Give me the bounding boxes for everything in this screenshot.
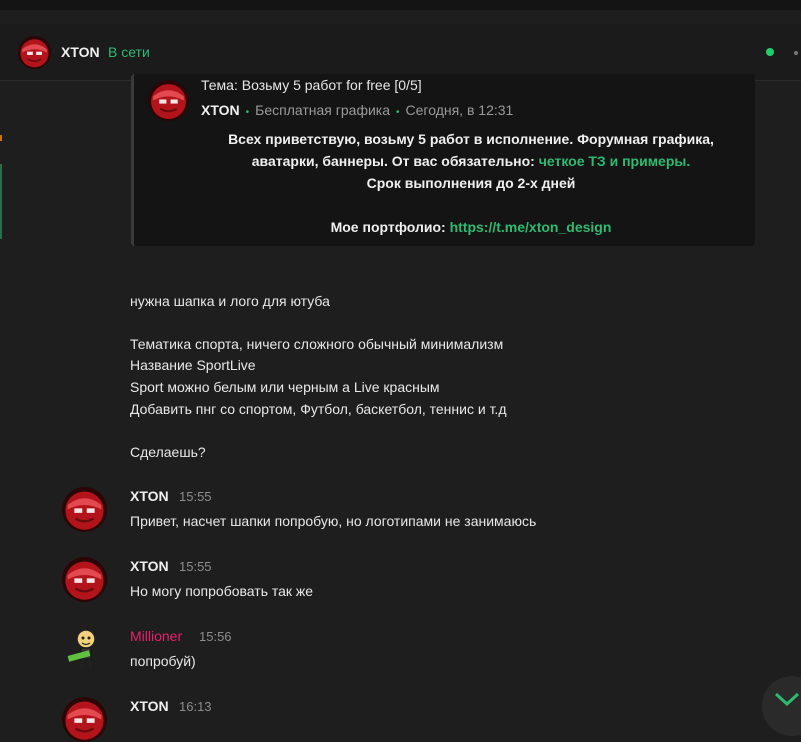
message-text: нужна шапка и лого для ютуба [130, 293, 330, 309]
online-dot-icon [766, 48, 774, 56]
edge-bar [0, 164, 2, 239]
message-text: Сделаешь? [130, 444, 206, 460]
thread-title[interactable]: Тема: Возьму 5 работ for free [0/5] [201, 77, 422, 93]
portfolio-label: Мое портфолио: [330, 219, 450, 235]
message-time: 15:55 [179, 559, 212, 574]
message-author[interactable]: XTON [130, 488, 169, 504]
more-menu-icon[interactable] [794, 51, 798, 55]
message-text: попробуй) [130, 653, 196, 669]
thread-line: Мое портфолио: https://t.me/xton_design [201, 216, 741, 238]
quoted-thread-card[interactable]: Тема: Возьму 5 работ for free [0/5] XTON… [131, 74, 755, 246]
message-text: Тематика спорта, ничего сложного обычный… [130, 336, 504, 352]
message-author[interactable]: Millioner [130, 628, 182, 644]
avatar[interactable] [62, 487, 107, 532]
message-time: 15:55 [179, 489, 212, 504]
avatar[interactable] [62, 626, 107, 671]
message-time: 16:13 [179, 699, 212, 714]
avatar[interactable] [62, 697, 107, 742]
thread-section[interactable]: Бесплатная графика [255, 102, 390, 118]
message-text: Но могу попробовать так же [130, 583, 314, 599]
highlight-text: четкое ТЗ и примеры. [538, 153, 691, 169]
avatar[interactable] [18, 36, 51, 69]
message-text: Добавить пнг со спортом, Футбол, баскетб… [130, 401, 507, 417]
scroll-down-button[interactable] [762, 676, 801, 736]
thread-line: аватарки, баннеры. От вас обязательно: ч… [201, 150, 741, 172]
thread-line: Срок выполнения до 2-х дней [366, 175, 576, 191]
chat-header: XTON В сети [0, 24, 801, 81]
chat-partner-name[interactable]: XTON [61, 44, 100, 60]
thread-meta: XTON • Бесплатная графика • Сегодня, в 12:31 [201, 102, 513, 118]
online-status: В сети [108, 44, 150, 60]
message-text: Название SportLive [130, 357, 256, 373]
thread-body: Всех приветствую, возьму 5 работ в испол… [201, 128, 741, 238]
chevron-down-icon [774, 692, 800, 707]
avatar[interactable] [148, 80, 189, 121]
separator-dot-icon: • [396, 107, 400, 118]
thread-text: аватарки, баннеры. От вас обязательно: [251, 153, 539, 169]
top-strip [0, 0, 801, 10]
thread-line: Всех приветствую, возьму 5 работ в испол… [228, 131, 714, 147]
separator-dot-icon: • [245, 107, 250, 118]
thread-date: Сегодня, в 12:31 [405, 102, 514, 118]
avatar[interactable] [62, 557, 107, 602]
message-text: Привет, насчет шапки попробую, но логоти… [130, 513, 537, 529]
message-time: 15:56 [199, 629, 232, 644]
message-author[interactable]: XTON [130, 558, 169, 574]
thread-author[interactable]: XTON [201, 102, 240, 118]
edge-marker [0, 135, 2, 141]
portfolio-link[interactable]: https://t.me/xton_design [450, 219, 612, 235]
message-text: Sport можно белым или черным а Live крас… [130, 379, 440, 395]
message-author[interactable]: XTON [130, 698, 169, 714]
